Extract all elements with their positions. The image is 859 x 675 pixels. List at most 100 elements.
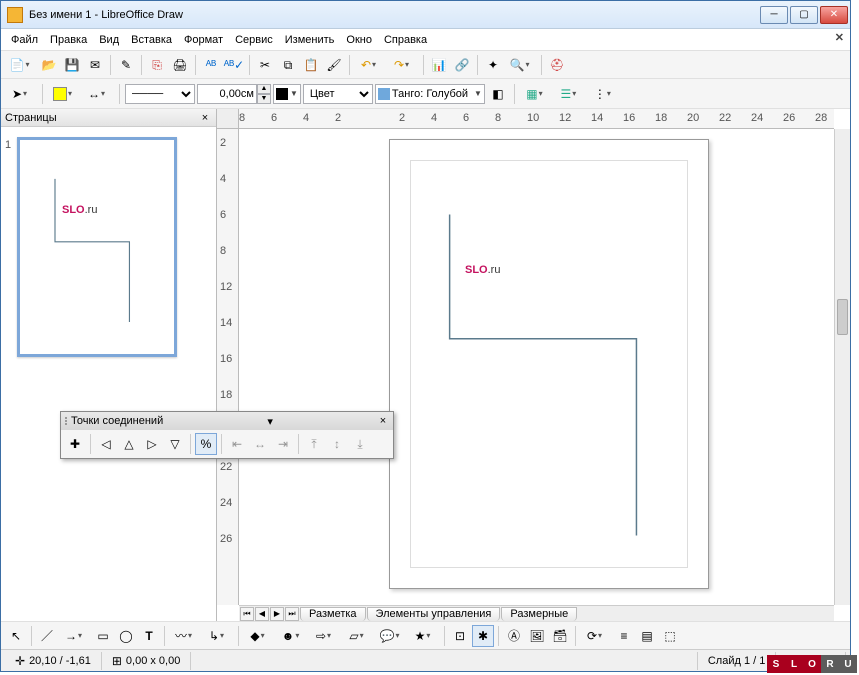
navigator-button[interactable]: ✦ <box>482 54 504 76</box>
close-button[interactable]: ✕ <box>820 6 848 24</box>
area-style-select[interactable]: Цвет <box>303 84 373 104</box>
glue-insert-button[interactable]: ✚ <box>64 433 86 455</box>
effects-button[interactable]: ⟳▾ <box>580 625 612 647</box>
arrange-obj-button[interactable]: ▤ <box>636 625 658 647</box>
zoom-button[interactable]: 🔍▾ <box>505 54 537 76</box>
slides-list[interactable]: 1 SLO.ru <box>1 127 216 621</box>
distribute-button[interactable]: ⋮▾ <box>588 83 620 105</box>
last-tab-button[interactable]: ⏭ <box>285 607 299 621</box>
arrange-button[interactable]: ▦▾ <box>520 83 552 105</box>
basic-shapes-tool[interactable]: ◆▾ <box>243 625 275 647</box>
select-tool[interactable]: ↖ <box>5 625 27 647</box>
curve-tool[interactable]: 〰▾ <box>169 625 201 647</box>
callout-tool[interactable]: 💬▾ <box>375 625 407 647</box>
float-close-icon[interactable]: × <box>377 415 389 427</box>
arrow-tool[interactable]: →▾ <box>59 625 91 647</box>
menu-help[interactable]: Справка <box>378 32 433 48</box>
minimize-button[interactable]: ─ <box>760 6 788 24</box>
rectangle-tool[interactable]: ▭ <box>92 625 114 647</box>
vertical-scrollbar[interactable] <box>834 129 850 605</box>
extrusion-button[interactable]: ⬚ <box>659 625 681 647</box>
align-obj-button[interactable]: ≡ <box>613 625 635 647</box>
ruler-vertical[interactable]: 24681214161820222426 <box>217 129 239 605</box>
gluepoints-toolbar[interactable]: Точки соединений ▾ × ✚ ◁ △ ▷ ▽ % ⇤ ↔ ⇥ ⤒… <box>60 411 394 459</box>
tab-dimensions[interactable]: Размерные <box>501 607 577 621</box>
undo-button[interactable]: ↶▾ <box>354 54 386 76</box>
maximize-button[interactable]: ▢ <box>790 6 818 24</box>
float-dropdown-icon[interactable]: ▾ <box>264 415 276 428</box>
symbol-shapes-tool[interactable]: ☻▾ <box>276 625 308 647</box>
menu-format[interactable]: Формат <box>178 32 229 48</box>
text-tool[interactable]: T <box>138 625 160 647</box>
page[interactable]: SLO.ru <box>389 139 709 589</box>
panel-header: Страницы × <box>1 109 216 127</box>
spin-up[interactable]: ▲ <box>257 84 271 94</box>
paste-button[interactable]: 📋 <box>300 54 322 76</box>
panel-close-icon[interactable]: × <box>198 112 212 124</box>
canvas[interactable]: SLO.ru <box>239 129 834 605</box>
shadow-button[interactable]: ◧ <box>487 83 509 105</box>
from-file-button[interactable]: 🖼 <box>526 625 548 647</box>
glue-points-button[interactable]: ✱ <box>472 625 494 647</box>
connector-line[interactable] <box>390 140 708 587</box>
menu-file[interactable]: Файл <box>5 32 44 48</box>
open-button[interactable]: 📂 <box>38 54 60 76</box>
glue-left-button[interactable]: ◁ <box>95 433 117 455</box>
line-width-input[interactable] <box>197 84 257 104</box>
first-tab-button[interactable]: ⏮ <box>240 607 254 621</box>
doc-close-icon[interactable]: ✕ <box>835 31 844 44</box>
align-button[interactable]: ☰▾ <box>554 83 586 105</box>
line-width-spinner[interactable]: ▲▼ <box>197 84 271 104</box>
print-button[interactable]: 🖨 <box>169 54 191 76</box>
copy-button[interactable]: ⧉ <box>277 54 299 76</box>
fill-highlight-button[interactable]: ▾ <box>48 83 80 105</box>
slide-thumb[interactable]: 1 SLO.ru <box>17 137 200 357</box>
hyperlink-button[interactable]: 🔗 <box>451 54 473 76</box>
gluepoints-titlebar[interactable]: Точки соединений ▾ × <box>61 412 393 430</box>
prev-tab-button[interactable]: ◀ <box>255 607 269 621</box>
arrow-style-button[interactable]: ➤▾ <box>5 83 37 105</box>
auto-spellcheck-button[interactable]: ᴬᴮ✓ <box>223 54 245 76</box>
ruler-horizontal[interactable]: 8642246810121416182022242628 <box>239 109 834 129</box>
line-color-combo[interactable]: ▼ <box>273 84 301 104</box>
glue-relative-button[interactable]: % <box>195 433 217 455</box>
cut-button[interactable]: ✂ <box>254 54 276 76</box>
line-end-button[interactable]: ↔▾ <box>82 83 114 105</box>
next-tab-button[interactable]: ▶ <box>270 607 284 621</box>
stars-tool[interactable]: ★▾ <box>408 625 440 647</box>
edit-points-button[interactable]: ⊡ <box>449 625 471 647</box>
help-button[interactable]: ⛑ <box>546 54 568 76</box>
status-slide[interactable]: Слайд 1 / 1 <box>698 652 777 670</box>
glue-bottom-button[interactable]: ▽ <box>164 433 186 455</box>
menu-view[interactable]: Вид <box>93 32 125 48</box>
redo-button[interactable]: ↷▾ <box>387 54 419 76</box>
menu-window[interactable]: Окно <box>340 32 378 48</box>
gallery-button[interactable]: 🗃 <box>549 625 571 647</box>
chart-button[interactable]: 📊 <box>428 54 450 76</box>
fontwork-button[interactable]: Ⓐ <box>503 625 525 647</box>
email-button[interactable]: ✉ <box>84 54 106 76</box>
spin-down[interactable]: ▼ <box>257 94 271 104</box>
export-pdf-button[interactable]: ⎘ <box>146 54 168 76</box>
area-color-combo[interactable]: Танго: Голубой ▼ <box>375 84 485 104</box>
new-button[interactable]: 📄▾ <box>5 54 37 76</box>
line-tool[interactable]: ／ <box>36 625 58 647</box>
menu-modify[interactable]: Изменить <box>279 32 341 48</box>
format-paintbrush-button[interactable]: 🖌 <box>323 54 345 76</box>
glue-top-button[interactable]: △ <box>118 433 140 455</box>
horizontal-scrollbar[interactable] <box>581 607 834 621</box>
flowchart-tool[interactable]: ▱▾ <box>342 625 374 647</box>
menu-edit[interactable]: Правка <box>44 32 93 48</box>
edit-file-button[interactable]: ✎ <box>115 54 137 76</box>
save-button[interactable]: 💾 <box>61 54 83 76</box>
line-style-select[interactable]: ──── <box>125 84 195 104</box>
tab-layout[interactable]: Разметка <box>300 607 366 621</box>
tab-controls[interactable]: Элементы управления <box>367 607 501 621</box>
block-arrows-tool[interactable]: ⇨▾ <box>309 625 341 647</box>
glue-right-button[interactable]: ▷ <box>141 433 163 455</box>
ellipse-tool[interactable]: ◯ <box>115 625 137 647</box>
spellcheck-button[interactable]: ᴬᴮ <box>200 54 222 76</box>
connector-tool[interactable]: ↳▾ <box>202 625 234 647</box>
menu-tools[interactable]: Сервис <box>229 32 279 48</box>
menu-insert[interactable]: Вставка <box>125 32 178 48</box>
